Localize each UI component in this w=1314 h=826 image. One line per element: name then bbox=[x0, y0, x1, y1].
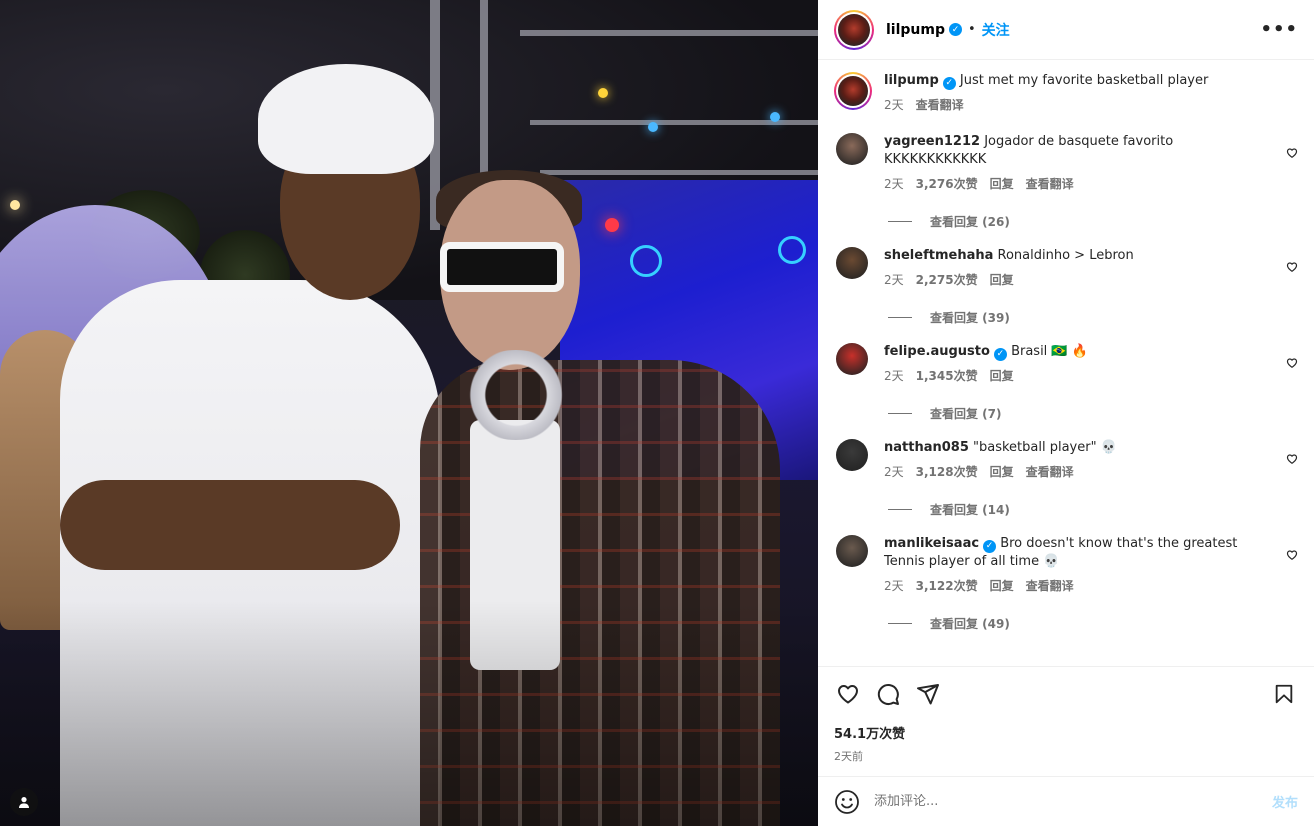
reply-button[interactable]: 回复 bbox=[990, 463, 1014, 480]
share-icon[interactable] bbox=[914, 680, 942, 708]
post-header: lilpump ✓ • 关注 ••• bbox=[818, 0, 1314, 60]
comment-heart-icon[interactable] bbox=[1286, 549, 1298, 561]
comment-time: 2天 bbox=[884, 465, 904, 479]
comment-time: 2天 bbox=[884, 177, 904, 191]
replies-divider bbox=[888, 509, 912, 510]
comment-avatar[interactable] bbox=[836, 247, 868, 279]
comment-avatar[interactable] bbox=[836, 343, 868, 375]
emoji-icon[interactable] bbox=[834, 789, 860, 815]
comment-item: felipe.augusto ✓ Brasil 🇧🇷 🔥 2天 1,345次赞 回… bbox=[834, 331, 1298, 422]
verified-badge-icon: ✓ bbox=[949, 23, 962, 36]
comment-item: natthan085 "basketball player" 💀 2天 3,12… bbox=[834, 427, 1298, 518]
comment-time: 2天 bbox=[884, 369, 904, 383]
see-translation-link[interactable]: 查看翻译 bbox=[916, 96, 964, 113]
comment-text: Ronaldinho > Lebron bbox=[997, 248, 1134, 263]
comment-text: "basketball player" 💀 bbox=[973, 440, 1117, 455]
bookmark-icon[interactable] bbox=[1270, 680, 1298, 708]
separator-dot: • bbox=[968, 22, 976, 37]
verified-badge-icon: ✓ bbox=[983, 539, 997, 553]
replies-divider bbox=[888, 623, 912, 624]
comment-text: Brasil 🇧🇷 🔥 bbox=[1011, 344, 1088, 359]
reply-button[interactable]: 回复 bbox=[990, 175, 1014, 192]
post-side-panel: lilpump ✓ • 关注 ••• lilpump ✓ Just met my … bbox=[818, 0, 1314, 826]
caption-text: Just met my favorite basketball player bbox=[959, 73, 1209, 88]
view-replies-button[interactable]: 查看回复 (49) bbox=[888, 615, 1298, 632]
comment-heart-icon[interactable] bbox=[1286, 453, 1298, 465]
caption-time: 2天 bbox=[884, 98, 904, 112]
view-replies-label: 查看回复 (49) bbox=[930, 617, 1010, 631]
caption-avatar[interactable] bbox=[834, 72, 872, 110]
comment-heart-icon[interactable] bbox=[1286, 357, 1298, 369]
verified-badge-icon: ✓ bbox=[993, 347, 1007, 361]
caption-username[interactable]: lilpump bbox=[884, 73, 939, 88]
replies-divider bbox=[888, 221, 912, 222]
comment-username[interactable]: sheleftmehaha bbox=[884, 248, 993, 263]
comment-heart-icon[interactable] bbox=[1286, 261, 1298, 273]
post-comment-button[interactable]: 发布 bbox=[1272, 792, 1298, 811]
see-translation-link[interactable]: 查看翻译 bbox=[1026, 175, 1074, 192]
heart-icon[interactable] bbox=[834, 680, 862, 708]
follow-button[interactable]: 关注 bbox=[982, 20, 1010, 40]
comment-username[interactable]: yagreen1212 bbox=[884, 134, 980, 149]
more-options-icon[interactable]: ••• bbox=[1260, 19, 1298, 40]
post-actions: 54.1万次赞 2天前 bbox=[818, 666, 1314, 776]
comment-avatar[interactable] bbox=[836, 535, 868, 567]
comment-container: yagreen1212 Jogador de basquete favorito… bbox=[834, 121, 1298, 632]
comment-username[interactable]: natthan085 bbox=[884, 440, 969, 455]
author-username[interactable]: lilpump bbox=[886, 22, 945, 38]
comment-row: yagreen1212 Jogador de basquete favorito… bbox=[834, 121, 1298, 192]
see-translation-link[interactable]: 查看翻译 bbox=[1026, 577, 1074, 594]
comment-avatar[interactable] bbox=[836, 133, 868, 165]
comment-time: 2天 bbox=[884, 579, 904, 593]
comment-input[interactable] bbox=[874, 794, 1272, 809]
comment-icon[interactable] bbox=[874, 680, 902, 708]
post-time: 2天前 bbox=[834, 750, 863, 763]
comment-item: manlikeisaac ✓ Bro doesn't know that's th… bbox=[834, 523, 1298, 632]
post-dialog: lilpump ✓ • 关注 ••• lilpump ✓ Just met my … bbox=[0, 0, 1314, 826]
author-avatar[interactable] bbox=[834, 9, 874, 50]
post-caption: lilpump ✓ Just met my favorite basketball… bbox=[834, 60, 1298, 121]
likes-count[interactable]: 54.1万次赞 bbox=[834, 723, 1298, 742]
comment-likes[interactable]: 3,276次赞 bbox=[916, 175, 978, 192]
comment-username[interactable]: manlikeisaac bbox=[884, 536, 979, 551]
view-replies-label: 查看回复 (14) bbox=[930, 503, 1010, 517]
view-replies-button[interactable]: 查看回复 (7) bbox=[888, 405, 1298, 422]
view-replies-label: 查看回复 (26) bbox=[930, 215, 1010, 229]
view-replies-label: 查看回复 (7) bbox=[930, 407, 1002, 421]
comment-time: 2天 bbox=[884, 273, 904, 287]
comment-row: natthan085 "basketball player" 💀 2天 3,12… bbox=[834, 427, 1298, 480]
comment-likes[interactable]: 3,122次赞 bbox=[916, 577, 978, 594]
replies-divider bbox=[888, 413, 912, 414]
comment-likes[interactable]: 1,345次赞 bbox=[916, 367, 978, 384]
reply-button[interactable]: 回复 bbox=[990, 271, 1014, 288]
see-translation-link[interactable]: 查看翻译 bbox=[1026, 463, 1074, 480]
verified-badge-icon: ✓ bbox=[942, 76, 956, 90]
comment-item: sheleftmehaha Ronaldinho > Lebron 2天 2,2… bbox=[834, 235, 1298, 326]
view-replies-button[interactable]: 查看回复 (26) bbox=[888, 213, 1298, 230]
comment-row: sheleftmehaha Ronaldinho > Lebron 2天 2,2… bbox=[834, 235, 1298, 288]
user-tag-icon[interactable] bbox=[10, 788, 38, 816]
comment-username[interactable]: felipe.augusto bbox=[884, 344, 990, 359]
comment-item: yagreen1212 Jogador de basquete favorito… bbox=[834, 121, 1298, 230]
view-replies-label: 查看回复 (39) bbox=[930, 311, 1010, 325]
comment-likes[interactable]: 2,275次赞 bbox=[916, 271, 978, 288]
comment-row: felipe.augusto ✓ Brasil 🇧🇷 🔥 2天 1,345次赞 回… bbox=[834, 331, 1298, 384]
view-replies-button[interactable]: 查看回复 (14) bbox=[888, 501, 1298, 518]
comment-row: manlikeisaac ✓ Bro doesn't know that's th… bbox=[834, 523, 1298, 594]
reply-button[interactable]: 回复 bbox=[990, 577, 1014, 594]
view-replies-button[interactable]: 查看回复 (39) bbox=[888, 309, 1298, 326]
reply-button[interactable]: 回复 bbox=[990, 367, 1014, 384]
post-photo[interactable] bbox=[0, 0, 818, 826]
comment-likes[interactable]: 3,128次赞 bbox=[916, 463, 978, 480]
comment-heart-icon[interactable] bbox=[1286, 147, 1298, 159]
add-comment-bar: 发布 bbox=[818, 776, 1314, 826]
replies-divider bbox=[888, 317, 912, 318]
comment-avatar[interactable] bbox=[836, 439, 868, 471]
comments-list[interactable]: lilpump ✓ Just met my favorite basketball… bbox=[818, 60, 1314, 666]
